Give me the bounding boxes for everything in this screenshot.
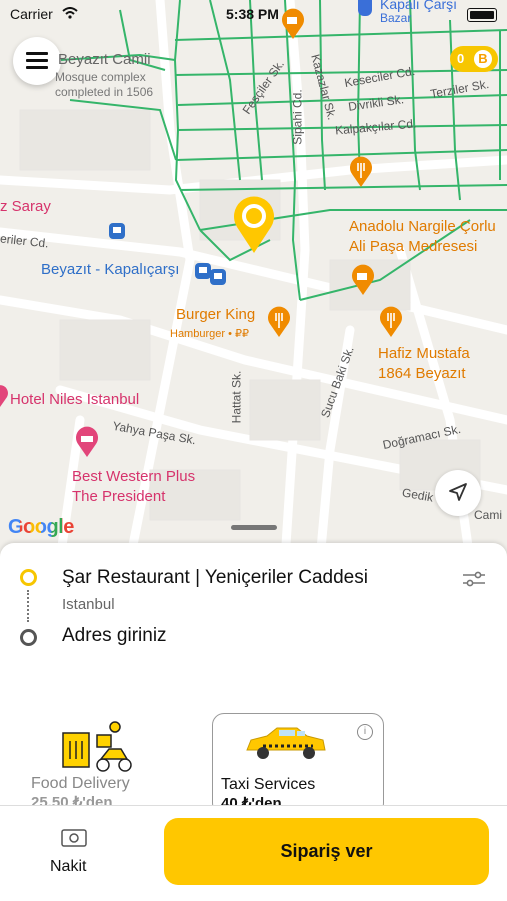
sliders-icon[interactable] [462,570,486,588]
poi-beyazit-kapalicarsi[interactable]: Beyazıt - Kapalıçarşı [41,260,179,280]
coin-balance-badge[interactable]: 0 B [450,46,498,72]
coin-count: 0 [457,51,465,66]
payment-method-button[interactable]: Nakit [40,826,106,886]
restaurant-icon [380,306,402,337]
navigation-arrow-icon [449,483,467,501]
bag-icon [358,0,372,16]
status-time: 5:38 PM [226,6,279,22]
payment-label: Nakit [50,858,87,875]
cafe-icon [352,264,374,295]
hotel-icon [0,385,8,407]
poi-saray[interactable]: z Saray [0,197,51,217]
poi-beyazit-camii-desc: Mosque complex completed in 1506 [55,70,154,99]
food-delivery-icon [62,721,132,772]
restaurant-icon [268,306,290,337]
route-connector [27,590,31,622]
service-taxi[interactable]: i Taxi Services 40 ₺'den [212,713,384,815]
map-view[interactable]: Carrier 5:38 PM 0 B Beyazıt Camii Mosque… [0,0,507,560]
sheet-drag-handle[interactable] [231,525,277,530]
taxi-car-icon [246,727,326,759]
destination-input[interactable]: Adres giriniz [62,625,167,647]
service-food-delivery[interactable]: Food Delivery 25.50 ₺'den [23,713,193,813]
hamburger-icon [26,52,48,55]
service-label: Taxi Services [221,776,316,793]
google-logo: Google [8,516,74,538]
transit-icon [210,269,226,285]
poi-burger-king-sub: Hamburger • ₽₽ [170,328,249,340]
menu-button[interactable] [13,37,61,85]
battery-icon [467,8,497,22]
carrier-label: Carrier [10,6,53,22]
pickup-marker-icon [20,569,37,586]
info-icon[interactable]: i [357,724,373,740]
poi-anadolu-nargile[interactable]: Anadolu Nargile Çorlu Ali Paşa Medresesi [349,217,496,257]
wifi-icon [62,7,78,19]
street-cami: Cami [474,508,503,522]
pickup-city: Istanbul [62,596,115,613]
poi-best-western[interactable]: Best Western Plus The President [72,467,195,507]
poi-beyazit-camii[interactable]: Beyazıt Camii [58,50,151,70]
cafe-icon [282,8,304,40]
recenter-button[interactable] [435,470,481,516]
hotel-icon [76,426,98,457]
destination-marker-icon [20,629,37,646]
service-label: Food Delivery [31,775,130,792]
poi-hotel-niles[interactable]: Hotel Niles Istanbul [10,390,139,410]
poi-kapali-bazar: Bazar [380,11,412,25]
poi-burger-king[interactable]: Burger King [176,305,255,325]
street-hattat: Hattat Sk. [229,370,244,424]
transit-icon [109,223,125,239]
pickup-address[interactable]: Şar Restaurant | Yeniçeriler Caddesi [62,567,368,589]
cash-icon [61,829,87,847]
street-sipahi: Sipahi Cd. [290,89,305,145]
location-pin-icon[interactable] [229,193,279,255]
poi-hafiz-mustafa[interactable]: Hafiz Mustafa 1864 Beyazıt [378,344,470,384]
restaurant-icon [350,156,372,187]
order-button[interactable]: Sipariş ver [164,818,489,885]
coin-icon: B [474,50,492,68]
